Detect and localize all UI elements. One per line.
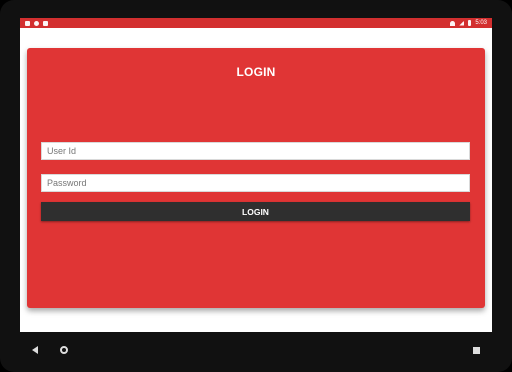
tablet-device: 5:03 LOGIN LOGIN — [0, 0, 512, 372]
status-left — [25, 20, 48, 26]
login-button[interactable]: LOGIN — [41, 202, 470, 221]
navigation-bar — [0, 340, 512, 360]
wifi-icon — [450, 20, 456, 26]
back-icon[interactable] — [32, 346, 38, 354]
login-title: LOGIN — [236, 65, 276, 79]
recent-apps-icon[interactable] — [473, 346, 480, 354]
app-screen: 5:03 LOGIN LOGIN — [20, 18, 492, 332]
status-right: 5:03 — [450, 20, 487, 26]
login-card: LOGIN LOGIN — [27, 48, 485, 308]
user-id-input[interactable] — [41, 142, 470, 160]
home-icon[interactable] — [60, 346, 68, 354]
password-input[interactable] — [41, 174, 470, 192]
status-time: 5:03 — [475, 20, 487, 26]
status-bar: 5:03 — [20, 18, 492, 28]
battery-icon — [468, 20, 472, 26]
sync-icon — [34, 20, 39, 26]
sd-card-icon — [43, 20, 48, 26]
notification-icon — [25, 20, 30, 26]
signal-icon — [459, 20, 465, 26]
